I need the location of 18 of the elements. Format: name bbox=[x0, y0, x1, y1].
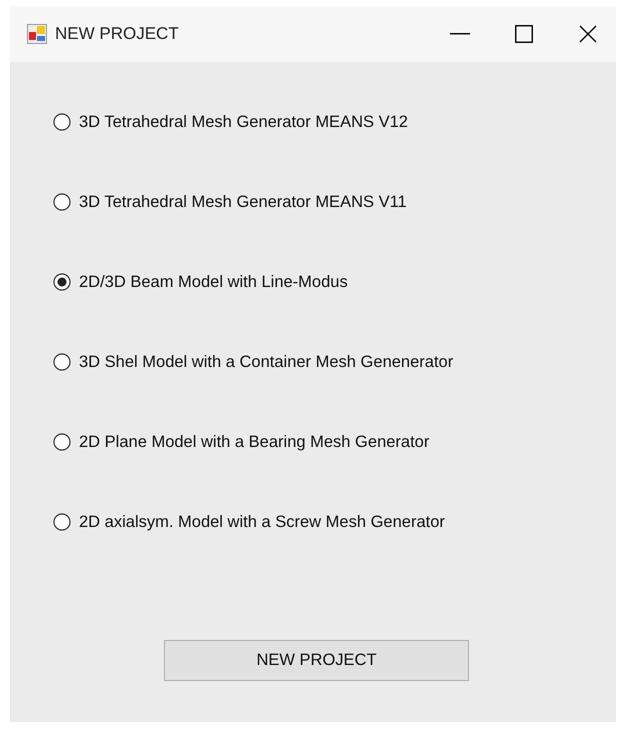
option-label[interactable]: 3D Tetrahedral Mesh Generator MEANS V11 bbox=[79, 190, 407, 214]
option-label[interactable]: 3D Shel Model with a Container Mesh Genenerator bbox=[79, 350, 454, 374]
window-title: NEW PROJECT bbox=[55, 23, 180, 46]
radio-button[interactable] bbox=[53, 193, 71, 211]
option-label[interactable]: 2D/3D Beam Model with Line-Modus bbox=[79, 270, 348, 294]
option-label[interactable]: 2D Plane Model with a Bearing Mesh Generator bbox=[79, 430, 430, 454]
option-label[interactable]: 3D Tetrahedral Mesh Generator MEANS V12 bbox=[79, 110, 408, 134]
radio-button[interactable] bbox=[53, 513, 71, 531]
new-project-button[interactable]: NEW PROJECT bbox=[164, 640, 469, 681]
close-icon bbox=[579, 25, 597, 43]
minimize-icon bbox=[450, 33, 470, 35]
radio-button[interactable] bbox=[53, 113, 71, 131]
option-label[interactable]: 2D axialsym. Model with a Screw Mesh Generator bbox=[79, 510, 445, 534]
radio-button[interactable] bbox=[53, 433, 71, 451]
radio-button[interactable] bbox=[53, 353, 71, 371]
maximize-icon bbox=[515, 25, 533, 43]
radio-button[interactable] bbox=[53, 273, 71, 291]
app-icon bbox=[27, 24, 47, 44]
